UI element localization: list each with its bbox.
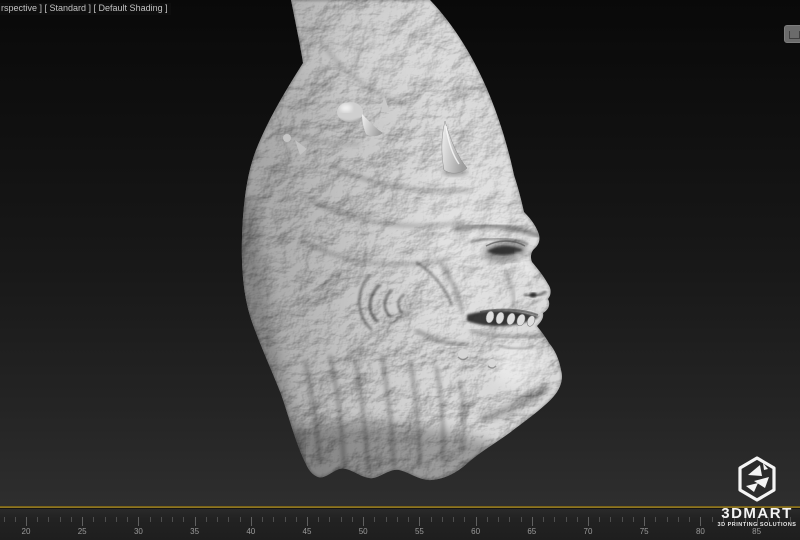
- timeline-frame-label: 45: [303, 527, 312, 536]
- timeline-tick: [262, 517, 263, 522]
- corner-widget-icon[interactable]: [784, 25, 800, 43]
- timeline-tick: [363, 517, 364, 526]
- timeline-tick: [240, 517, 241, 522]
- timeline-tick: [206, 517, 207, 522]
- timeline-tick: [509, 517, 510, 522]
- timeline-tick: [712, 517, 713, 522]
- timeline-frame-label: 20: [22, 527, 31, 536]
- timeline-tick: [127, 517, 128, 522]
- timeline-tick: [599, 517, 600, 522]
- panel-glyph-icon: [789, 31, 800, 39]
- application-window: rspective ] [ Standard ] [ Default Shadi…: [0, 0, 800, 540]
- timeline-tick: [419, 517, 420, 526]
- timeline-frame-label: 40: [246, 527, 255, 536]
- timeline-tick: [352, 517, 353, 522]
- timeline-tick: [442, 517, 443, 522]
- timeline-tick: [37, 517, 38, 522]
- timeline-tick: [667, 517, 668, 522]
- timeline-tick: [790, 517, 791, 522]
- timeline-frame-label: 35: [190, 527, 199, 536]
- timeline-tick: [307, 517, 308, 526]
- timeline-tick: [138, 517, 139, 526]
- timeline-frame-label: 50: [359, 527, 368, 536]
- timeline-tick: [251, 517, 252, 526]
- timeline-tick: [498, 517, 499, 522]
- timeline-tick: [341, 517, 342, 522]
- timeline-tick: [476, 517, 477, 526]
- timeline-tick: [195, 517, 196, 526]
- timeline-tick: [93, 517, 94, 522]
- timeline-tick: [610, 517, 611, 522]
- timeline-tick: [453, 517, 454, 522]
- timeline-tick: [633, 517, 634, 522]
- timeline-tick: [779, 517, 780, 522]
- timeline-frame-label: 80: [696, 527, 705, 536]
- timeline-tick: [521, 517, 522, 522]
- timeline-tick: [678, 517, 679, 522]
- model-geometry: [190, 0, 595, 533]
- timeline-frame-label: 65: [527, 527, 536, 536]
- timeline-tick: [161, 517, 162, 522]
- timeline-tick: [487, 517, 488, 522]
- timeline-ruler[interactable]: 20 25 30 35 40 45 50 55 60 65 70 75 80 85: [0, 508, 800, 540]
- timeline-frame-label: 60: [471, 527, 480, 536]
- timeline-frame-label: 75: [640, 527, 649, 536]
- timeline-tick: [26, 517, 27, 526]
- timeline-tick: [532, 517, 533, 526]
- timeline-tick: [408, 517, 409, 522]
- timeline-tick: [183, 517, 184, 522]
- timeline-tick: [318, 517, 319, 522]
- timeline-tick: [60, 517, 61, 522]
- timeline-tick: [723, 517, 724, 522]
- timeline-tick: [588, 517, 589, 526]
- timeline-tick: [15, 517, 16, 522]
- timeline-tick: [386, 517, 387, 522]
- viewport-shading-label[interactable]: rspective ] [ Standard ] [ Default Shadi…: [0, 3, 171, 15]
- timeline-tick: [757, 517, 758, 526]
- timeline-tick: [554, 517, 555, 522]
- 3d-model-demon-head[interactable]: [0, 0, 800, 540]
- timeline-tick: [150, 517, 151, 522]
- timeline-tick: [768, 517, 769, 522]
- viewport-3d[interactable]: rspective ] [ Standard ] [ Default Shadi…: [0, 0, 800, 506]
- timeline-frame-label: 85: [752, 527, 761, 536]
- timeline-tick: [566, 517, 567, 522]
- timeline-tick: [745, 517, 746, 522]
- timeline-tick: [543, 517, 544, 522]
- timeline-tick: [296, 517, 297, 522]
- timeline-tick: [700, 517, 701, 526]
- timeline-tick: [4, 517, 5, 522]
- timeline-tick: [228, 517, 229, 522]
- timeline-tick: [622, 517, 623, 522]
- timeline-tick: [431, 517, 432, 522]
- timeline-tick: [273, 517, 274, 522]
- timeline-tick: [172, 517, 173, 522]
- timeline-tick: [655, 517, 656, 522]
- timeline-tick: [71, 517, 72, 522]
- timeline-tick: [116, 517, 117, 522]
- timeline-tick: [397, 517, 398, 522]
- timeline-frame-label: 70: [584, 527, 593, 536]
- timeline-tick: [105, 517, 106, 522]
- timeline-tick: [329, 517, 330, 522]
- timeline-tick: [644, 517, 645, 526]
- timeline-frame-label: 55: [415, 527, 424, 536]
- timeline-tick: [464, 517, 465, 522]
- timeline-tick: [374, 517, 375, 522]
- timeline-tick: [48, 517, 49, 522]
- timeline-tick: [82, 517, 83, 526]
- timeline-tick: [285, 517, 286, 522]
- timeline-tick: [217, 517, 218, 522]
- timeline-frame-label: 30: [134, 527, 143, 536]
- timeline-tick: [734, 517, 735, 522]
- timeline-tick: [577, 517, 578, 522]
- timeline-frame-label: 25: [78, 527, 87, 536]
- timeline-tick: [689, 517, 690, 522]
